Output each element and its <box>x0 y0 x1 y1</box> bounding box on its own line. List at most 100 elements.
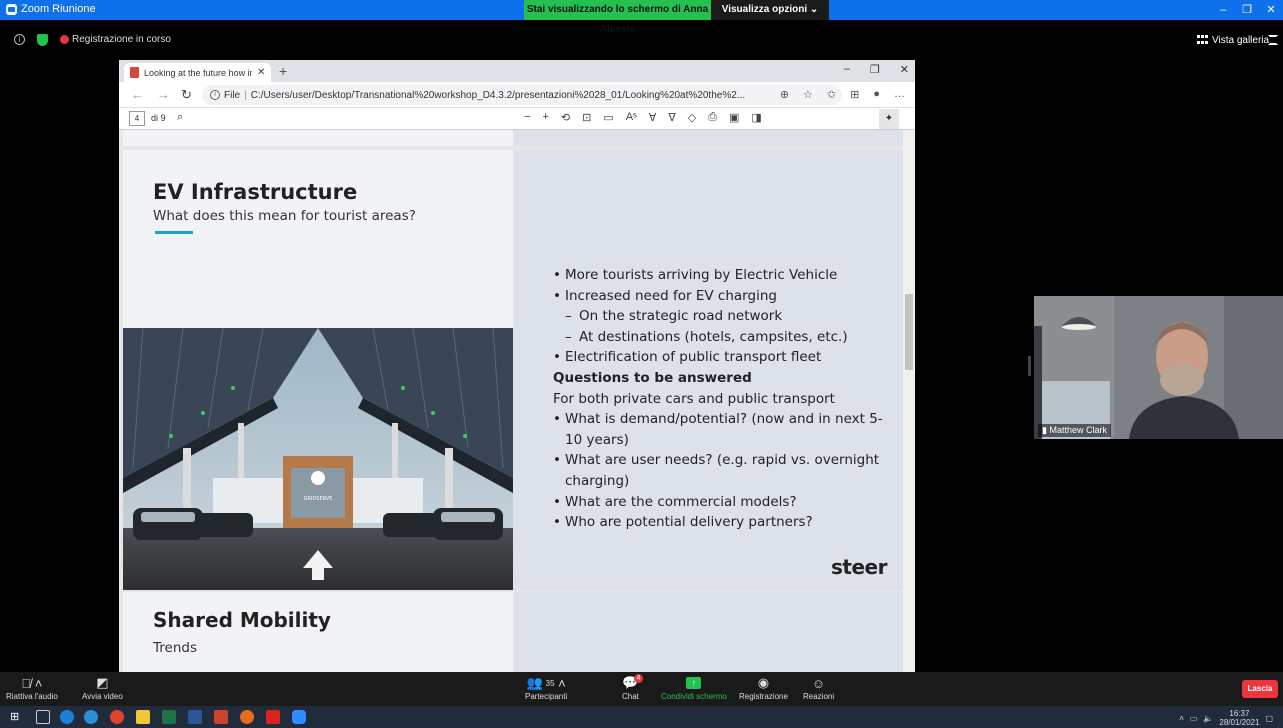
read-aloud-icon[interactable]: Aˢ <box>626 111 637 124</box>
gallery-view-button[interactable]: Vista galleria <box>1197 33 1269 47</box>
zoom-window-controls: – ❐ ✕ <box>1211 0 1283 20</box>
pdf-search-icon[interactable]: ⌕ <box>177 111 183 124</box>
leave-meeting-button[interactable]: Lascia <box>1242 680 1278 698</box>
video-panel-resize-handle[interactable] <box>1028 356 1031 376</box>
start-video-button[interactable]: ◩ Avvia video <box>82 674 123 701</box>
bullet-dot: • <box>553 349 561 366</box>
meeting-info-icon[interactable]: i <box>14 34 25 45</box>
network-icon[interactable]: ▭ <box>1190 714 1198 723</box>
more-menu-icon[interactable]: … <box>894 88 905 101</box>
zoom-info-bar: i Registrazione in corso Vista galleria <box>0 30 1283 50</box>
zoom-taskbar-icon[interactable] <box>292 710 306 724</box>
file-explorer-icon[interactable] <box>136 710 150 724</box>
powerpoint-icon[interactable] <box>214 710 228 724</box>
tray-chevron-icon[interactable]: ˄ <box>1179 714 1184 723</box>
reaction-emoji-icon: ☺ <box>811 675 826 691</box>
draw-icon[interactable]: ∀ <box>649 111 657 124</box>
restore-icon[interactable]: ❐ <box>1235 0 1259 20</box>
zoom-out-icon[interactable]: − <box>524 111 530 124</box>
save-as-icon[interactable]: ◨ <box>751 111 761 124</box>
rotate-icon[interactable]: ⟲ <box>561 111 570 124</box>
pin-toolbar-icon[interactable]: ✦ <box>879 109 899 129</box>
pdf-tool-icons: − + ⟲ ⊡ ▭ Aˢ ∀ ∇ ◇ ⎙ ▣ ◨ <box>524 111 762 124</box>
eraser-icon[interactable]: ◇ <box>688 111 696 124</box>
reload-icon[interactable]: ↻ <box>181 87 192 103</box>
close-icon[interactable]: ✕ <box>1259 0 1283 20</box>
profile-avatar-icon[interactable]: ● <box>873 88 880 101</box>
slide-subtitle: What does this mean for tourist areas? <box>153 208 416 224</box>
tab-close-icon[interactable]: ✕ <box>257 67 265 78</box>
save-icon[interactable]: ▣ <box>729 111 739 124</box>
excel-icon[interactable] <box>162 710 176 724</box>
minimize-icon[interactable]: – <box>1211 0 1235 20</box>
bullet-dot: • <box>553 493 561 510</box>
page-view-icon[interactable]: ▭ <box>603 111 613 124</box>
record-button[interactable]: ◉ Registrazione <box>739 674 788 701</box>
title-accent-line <box>155 231 193 234</box>
word-icon[interactable] <box>188 710 202 724</box>
new-tab-icon[interactable]: + <box>279 63 287 79</box>
unmute-audio-button[interactable]: 🎙̸ ˄ Riattiva l'audio <box>6 674 58 702</box>
bullet-text: More tourists arriving by Electric Vehic… <box>565 267 838 283</box>
next-slide-title: Shared Mobility <box>153 608 331 632</box>
bullet-dot: • <box>553 411 561 428</box>
current-slide: EV Infrastructure What does this mean fo… <box>123 150 903 590</box>
taskbar-clock[interactable]: 16:37 28/01/2021 <box>1219 709 1259 727</box>
highlight-icon[interactable]: ∇ <box>668 111 675 124</box>
fullscreen-icon[interactable] <box>1268 35 1278 45</box>
zoom-in-icon[interactable]: + <box>542 111 548 124</box>
participant-video-tile[interactable]: ▮ Matthew Clark <box>1034 296 1283 439</box>
collections-icon[interactable]: ⊞ <box>850 88 859 101</box>
recording-icon <box>60 35 69 44</box>
edge-browser-icon[interactable] <box>84 710 98 724</box>
browser-minimize-icon[interactable]: – <box>844 63 850 76</box>
page-number-input[interactable]: 4 <box>129 111 145 126</box>
forward-arrow-icon[interactable]: → <box>157 87 170 102</box>
notifications-icon[interactable]: ▢ <box>1265 714 1273 723</box>
back-arrow-icon[interactable]: ← <box>131 87 144 102</box>
slide-bullet: • What are user needs? (e.g. rapid vs. ov… <box>553 450 893 491</box>
slide-sub-bullet: – At destinations (hotels, campsites, etc… <box>553 327 893 348</box>
browser-tab-active[interactable]: Looking at the future how innov ✕ <box>124 63 271 82</box>
participant-name-label: ▮ Matthew Clark <box>1038 424 1111 437</box>
edge-legacy-icon[interactable] <box>60 710 74 724</box>
bullet-dot: • <box>553 452 561 469</box>
view-options-button[interactable]: Visualizza opzioni ⌄ <box>711 0 829 20</box>
print-icon[interactable]: ⎙ <box>708 111 717 124</box>
pdf-scrollbar[interactable] <box>903 130 915 674</box>
favorite-star-icon[interactable]: ☆ <box>803 88 813 101</box>
browser-restore-icon[interactable]: ❐ <box>870 63 880 76</box>
task-view-icon[interactable] <box>36 710 50 724</box>
bullet-dot: • <box>553 514 561 531</box>
volume-icon[interactable]: 🔈 <box>1203 714 1213 723</box>
gallery-view-label: Vista galleria <box>1212 34 1270 46</box>
tab-title: Looking at the future how innov <box>144 67 252 78</box>
system-tray: ˄ ▭ 🔈 16:37 28/01/2021 ▢ <box>1179 709 1273 727</box>
slide-bullet: • What is demand/potential? (now and in n… <box>553 409 893 450</box>
slide-bullet: • Who are potential delivery partners? <box>553 512 893 533</box>
chat-button[interactable]: 💬 4 Chat <box>622 674 643 701</box>
pdf-file-icon <box>130 67 139 78</box>
pdf-scroll-thumb[interactable] <box>905 294 913 370</box>
site-info-icon[interactable]: i <box>210 90 220 100</box>
browser-toolbar-icons: ⊕ ☆ ✩ ⊞ ● … <box>780 88 905 101</box>
url-field[interactable]: i File | C:/Users/user/Desktop/Transnati… <box>202 85 842 105</box>
sub-bullet-text: At destinations (hotels, campsites, etc.… <box>579 328 848 345</box>
slide-bullet: • Electrification of public transport fle… <box>553 347 893 368</box>
share-screen-button[interactable]: ↑ Condividi schermo <box>661 674 727 701</box>
acrobat-icon[interactable] <box>266 710 280 724</box>
favorites-list-icon[interactable]: ✩ <box>827 88 836 101</box>
url-scheme-label: File <box>224 89 241 101</box>
page-count-label: di 9 <box>151 113 166 123</box>
security-shield-icon[interactable] <box>37 34 48 46</box>
chrome-icon[interactable] <box>110 710 124 724</box>
slide-bullet: • What are the commercial models? <box>553 492 893 513</box>
participants-button[interactable]: 👥 35 ˄ Partecipanti <box>525 674 567 701</box>
browser-close-icon[interactable]: ✕ <box>900 63 909 76</box>
zoom-magnifier-icon[interactable]: ⊕ <box>780 88 789 101</box>
reactions-button[interactable]: ☺ Reazioni <box>803 674 834 702</box>
fit-page-icon[interactable]: ⊡ <box>582 111 591 124</box>
windows-start-icon[interactable]: ⊞ <box>10 710 24 724</box>
firefox-icon[interactable] <box>240 710 254 724</box>
zoom-window-title: Zoom Riunione <box>21 3 96 15</box>
